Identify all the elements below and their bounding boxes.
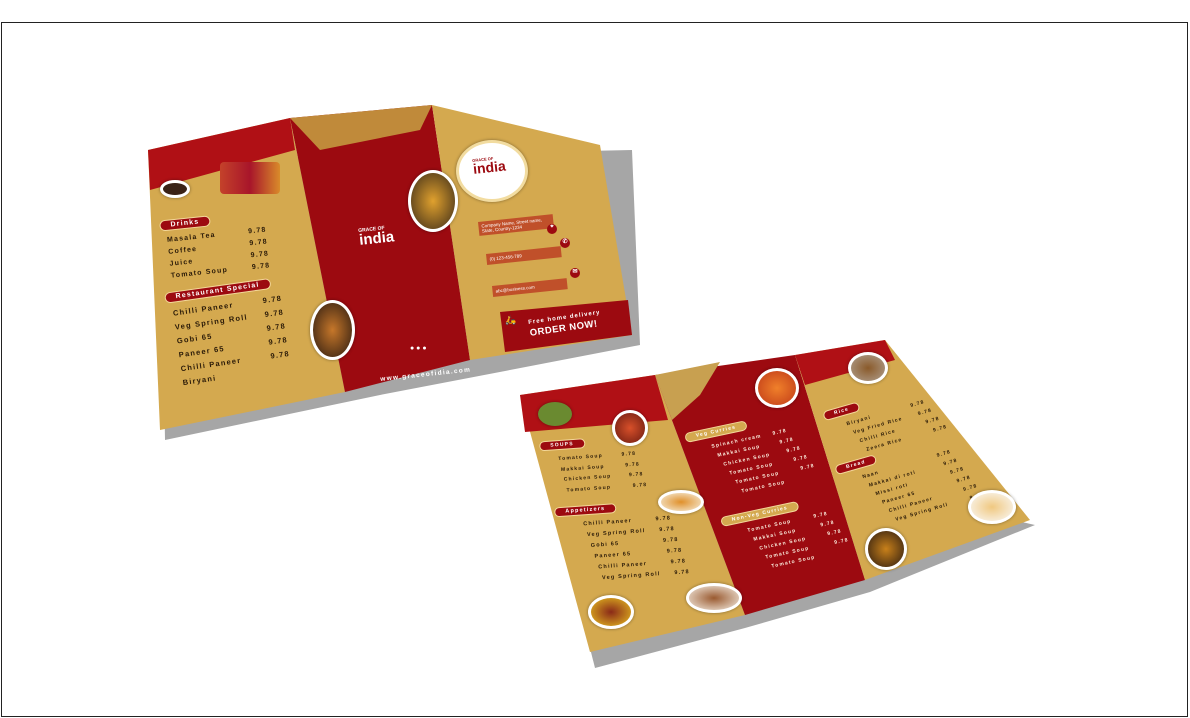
email-icon: ✉ — [570, 268, 580, 278]
soup-photo — [612, 410, 648, 446]
item-price: 9.78 — [251, 262, 271, 272]
menu-section-drinks: Drinks Masala Tea 9.78 Coffee 9.78 Juice 9.… — [159, 210, 271, 283]
item-price: 9.78 — [674, 569, 691, 577]
logo-big: india — [358, 228, 396, 249]
item-price: 9.78 — [269, 348, 291, 361]
coffee-photo — [160, 180, 190, 198]
bread-photo — [968, 490, 1016, 524]
location-icon: ⌖ — [547, 224, 557, 234]
biryani-photo — [310, 300, 355, 360]
spring-roll-photo — [538, 402, 572, 426]
social-icons: ● ● ● — [410, 345, 427, 352]
item-price: 9.78 — [632, 481, 648, 489]
phone-icon: ✆ — [560, 238, 570, 248]
drinks-photo — [220, 162, 280, 194]
dish-photo — [408, 170, 458, 232]
logo-big: india — [472, 157, 507, 177]
section-title: SOUPS — [539, 438, 586, 452]
appetizer-photo — [658, 490, 704, 514]
logo-back: GRACE OF india — [472, 155, 507, 177]
curry-bowl-photo — [865, 528, 907, 570]
curry-photo — [755, 368, 799, 408]
chicken-photo — [588, 595, 634, 629]
rice-bowl-photo — [848, 352, 888, 384]
scooter-icon: 🛵 — [505, 315, 517, 325]
steak-photo — [686, 583, 742, 613]
menu-section-special: Restaurant Special Chilli Paneer 9.78 Veg… — [164, 277, 293, 390]
logo-front: GRACE OF india — [358, 224, 396, 249]
